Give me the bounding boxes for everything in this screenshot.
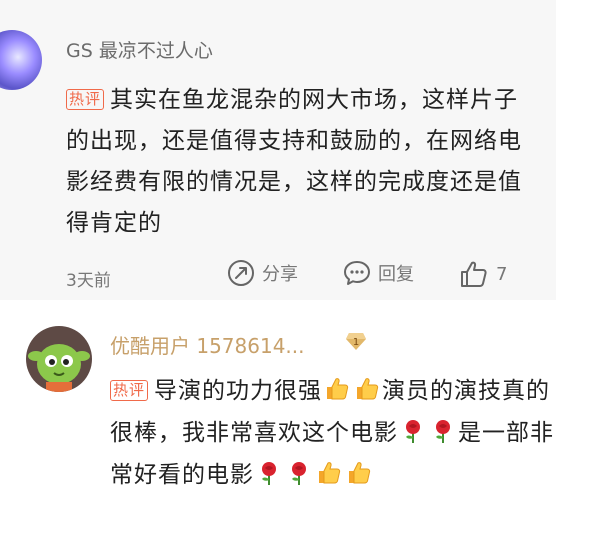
hot-comment-badge: 热评	[66, 89, 105, 110]
share-button[interactable]: 分享	[226, 258, 298, 288]
thumbs-up-icon	[461, 261, 487, 287]
thumbs-up-emoji-icon	[349, 462, 371, 484]
comment-body-part: 导演的功力很强	[154, 378, 323, 404]
rose-emoji-icon	[262, 462, 276, 485]
like-count: 7	[496, 263, 508, 285]
alien-mascot-avatar-image	[28, 344, 90, 392]
thumbs-up-emoji-icon	[319, 462, 341, 484]
reply-button[interactable]: 回复	[342, 258, 414, 288]
reply-label: 回复	[378, 264, 414, 285]
rose-emoji-icon	[292, 462, 306, 485]
like-button[interactable]: 7	[458, 258, 507, 290]
hot-comment-badge: 热评	[110, 380, 149, 401]
comment-icon	[344, 261, 370, 285]
thumbs-up-emoji-icon	[327, 378, 349, 400]
thumbs-up-emoji-icon	[357, 378, 379, 400]
vip-diamond-icon: 1	[346, 333, 366, 350]
rose-emoji-icon	[436, 420, 450, 443]
comment-text: 热评 导演的功力很强 演员的演技真的很棒，我非常喜欢这个电影 是一部非常好看的电影	[110, 370, 570, 496]
share-icon	[228, 260, 254, 286]
divider-area	[556, 0, 600, 300]
username[interactable]: 优酷用户 1578614...	[110, 330, 305, 359]
vip-level: 1	[353, 337, 359, 348]
comment-text: 热评 其实在鱼龙混杂的网大市场，这样片子的出现，还是值得支持和鼓励的，在网络电影经…	[66, 80, 536, 244]
username[interactable]: GS 最凉不过人心	[66, 36, 213, 63]
avatar[interactable]	[26, 326, 92, 392]
comment-body: 其实在鱼龙混杂的网大市场，这样片子的出现，还是值得支持和鼓励的，在网络电影经费有…	[66, 87, 522, 236]
comment-time: 3天前	[66, 271, 111, 291]
share-label: 分享	[262, 264, 298, 285]
rose-emoji-icon	[406, 420, 420, 443]
